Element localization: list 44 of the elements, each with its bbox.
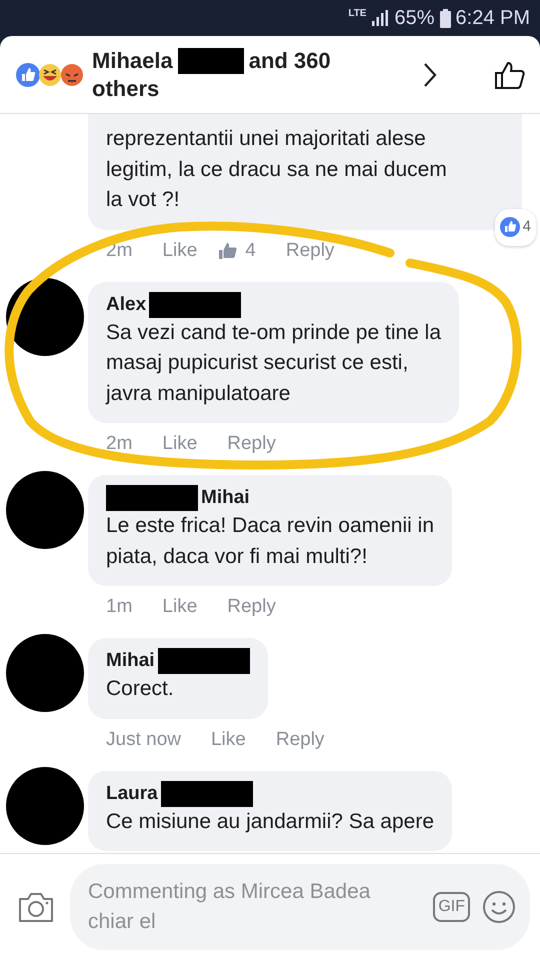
comment-input[interactable]: Commenting as Mircea Badea chiar el GIF xyxy=(70,864,530,950)
reaction-badge: 4 xyxy=(494,209,536,246)
comment-text: reprezentantii unei majoritati alese xyxy=(106,126,427,152)
clock: 6:24 PM xyxy=(456,6,530,30)
comment-text: la vot ?! xyxy=(106,187,181,213)
like-link[interactable]: Like xyxy=(162,433,198,455)
reply-link[interactable]: Reply xyxy=(276,728,324,750)
battery-percent: 65% xyxy=(394,6,435,30)
network-type: LTE xyxy=(348,8,366,19)
reaction-count: others xyxy=(92,74,160,102)
comment-time: Just now xyxy=(106,728,181,750)
reply-link[interactable]: Reply xyxy=(227,433,276,455)
signal-icon xyxy=(371,10,390,26)
battery-icon xyxy=(440,8,451,28)
comment-text: masaj pupicurist securist ce esti, xyxy=(106,350,410,376)
chevron-icon[interactable] xyxy=(422,60,438,88)
author-name[interactable]: Alex xyxy=(106,292,146,318)
like-count: 4 xyxy=(245,240,256,262)
comment-text: piata, daca vor fi mai multi?! xyxy=(106,544,368,570)
author-name[interactable]: Mihai xyxy=(201,485,250,511)
comment-time: 1m xyxy=(106,596,132,618)
comment-text: Sa vezi cand te-om prinde pe tine la xyxy=(106,320,442,346)
redaction-bar xyxy=(178,48,244,74)
reply-link[interactable]: Reply xyxy=(227,596,276,618)
reply-link[interactable]: Reply xyxy=(286,240,334,262)
comment-text: Le este frica! Daca revin oamenii in xyxy=(106,513,434,539)
comment-text: legitim, la ce dracu sa ne mai ducem xyxy=(106,156,448,182)
like-icon[interactable] xyxy=(494,60,526,90)
comment-text: Ce misiune au jandarmii? Sa apere xyxy=(106,808,434,834)
like-icon xyxy=(219,242,238,258)
like-link[interactable]: Like xyxy=(162,240,198,262)
comment-time: 2m xyxy=(106,433,132,455)
comment-text: Corect. xyxy=(106,676,175,702)
reaction-name: Mihaela xyxy=(92,46,173,74)
author-name[interactable]: Mihai xyxy=(106,648,155,674)
camera-icon[interactable] xyxy=(18,891,54,923)
reaction-count: and 360 xyxy=(248,46,331,74)
comment-text: javra manipulatoare xyxy=(106,380,292,406)
emoji-icon[interactable] xyxy=(482,890,516,924)
reactions-icon xyxy=(14,60,86,88)
like-link[interactable]: Like xyxy=(210,728,246,750)
author-name[interactable]: Laura xyxy=(106,780,158,806)
like-link[interactable]: Like xyxy=(162,596,198,618)
gif-button[interactable]: GIF xyxy=(433,892,470,922)
